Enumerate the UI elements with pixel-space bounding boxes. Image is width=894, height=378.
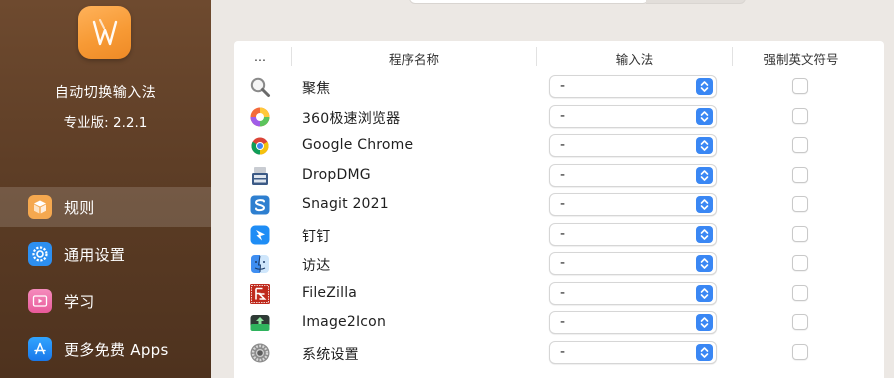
force-english-checkbox[interactable] — [792, 196, 808, 212]
chrome-icon — [249, 135, 271, 157]
main-panel: ... 程序名称 输入法 强制英文符号 聚焦 - 360极速浏览器 - Goog… — [211, 0, 894, 378]
force-english-checkbox[interactable] — [792, 166, 808, 183]
chevron-updown-icon — [696, 137, 713, 154]
app-store-icon — [28, 337, 52, 361]
chevron-updown-icon — [696, 314, 713, 331]
input-method-select[interactable]: - — [549, 340, 717, 364]
chevron-updown-icon — [696, 225, 713, 243]
chevron-updown-icon — [696, 343, 713, 361]
chevron-updown-icon — [696, 284, 713, 302]
segmented-control-right[interactable] — [646, 0, 746, 4]
table-row[interactable]: Image2Icon - — [234, 308, 884, 338]
filezilla-icon — [249, 283, 271, 305]
input-method-value: - — [560, 107, 566, 124]
finder-icon — [249, 253, 271, 275]
column-header-more[interactable]: ... — [250, 49, 270, 64]
input-method-select[interactable]: - — [549, 252, 717, 275]
app-name: 钉钉 — [302, 228, 331, 245]
table-row[interactable]: FileZilla - — [234, 279, 884, 309]
sidebar: 自动切换输入法 专业版: 2.2.1 规则 通用设置 学习 更多免费 Apps — [0, 0, 211, 378]
app-name: Image2Icon — [302, 314, 387, 330]
chevron-updown-icon — [696, 78, 713, 95]
chevron-updown-icon — [696, 107, 713, 125]
app-name: 聚焦 — [302, 81, 331, 97]
segmented-control[interactable] — [409, 0, 746, 4]
column-header-input-method[interactable]: 输入法 — [537, 49, 732, 68]
dingtalk-icon — [249, 224, 271, 246]
sidebar-item-label: 更多免费 Apps — [64, 340, 169, 359]
sidebar-item-label: 通用设置 — [64, 245, 126, 264]
input-method-value: - — [560, 284, 566, 301]
app-logo-icon — [78, 6, 131, 59]
input-method-value: - — [560, 166, 566, 183]
force-english-checkbox[interactable] — [792, 78, 808, 94]
input-method-select[interactable]: - — [549, 75, 717, 98]
app-name: 360极速浏览器 — [302, 110, 401, 127]
column-header-force-english[interactable]: 强制英文符号 — [733, 49, 869, 68]
cube-icon — [28, 195, 52, 219]
input-method-select[interactable]: - — [549, 281, 717, 305]
spotlight-search-icon — [249, 76, 271, 98]
column-header-app-name[interactable]: 程序名称 — [292, 49, 536, 68]
input-method-select[interactable]: - — [549, 222, 717, 246]
force-english-checkbox[interactable] — [792, 284, 808, 301]
table-row[interactable]: 钉钉 - — [234, 220, 884, 250]
sidebar-item-learn[interactable]: 学习 — [0, 281, 211, 321]
force-english-checkbox[interactable] — [792, 107, 808, 124]
sidebar-item-label: 学习 — [64, 292, 95, 311]
input-method-value: - — [560, 196, 566, 212]
force-english-checkbox[interactable] — [792, 343, 808, 360]
table-row[interactable]: 系统设置 - — [234, 338, 884, 368]
system-settings-icon — [249, 342, 271, 364]
force-english-checkbox[interactable] — [792, 137, 808, 153]
sidebar-item-rules[interactable]: 规则 — [0, 187, 211, 227]
gear-icon — [28, 242, 52, 266]
input-method-value: - — [560, 255, 566, 271]
table-row[interactable]: Snagit 2021 - — [234, 190, 884, 220]
app-name: DropDMG — [302, 166, 371, 183]
input-method-value: - — [560, 78, 566, 94]
table-header: ... 程序名称 输入法 强制英文符号 — [234, 41, 884, 71]
input-method-value: - — [560, 225, 566, 242]
sidebar-item-more-apps[interactable]: 更多免费 Apps — [0, 329, 211, 369]
chevron-updown-icon — [696, 196, 713, 213]
input-method-select[interactable]: - — [549, 163, 717, 187]
360-browser-icon — [249, 106, 271, 128]
table-row[interactable]: 360极速浏览器 - — [234, 102, 884, 132]
app-name: Google Chrome — [302, 137, 414, 153]
input-method-select[interactable]: - — [549, 311, 717, 334]
app-name: FileZilla — [302, 284, 358, 301]
input-method-value: - — [560, 137, 566, 153]
app-name: 系统设置 — [302, 346, 359, 363]
input-method-select[interactable]: - — [549, 193, 717, 216]
input-method-value: - — [560, 343, 566, 360]
app-name: Snagit 2021 — [302, 196, 389, 212]
snagit-icon — [249, 194, 271, 216]
force-english-checkbox[interactable] — [792, 225, 808, 242]
force-english-checkbox[interactable] — [792, 314, 808, 330]
table-row[interactable]: 聚焦 - — [234, 72, 884, 102]
sidebar-item-label: 规则 — [64, 198, 95, 217]
table-row[interactable]: 访达 - — [234, 249, 884, 279]
input-method-value: - — [560, 314, 566, 330]
chevron-updown-icon — [696, 166, 713, 184]
image2icon-icon — [249, 312, 271, 334]
app-version: 专业版: 2.2.1 — [63, 115, 148, 131]
sidebar-item-general-settings[interactable]: 通用设置 — [0, 234, 211, 274]
rules-table: ... 程序名称 输入法 强制英文符号 聚焦 - 360极速浏览器 - Goog… — [234, 41, 884, 378]
app-name: 访达 — [302, 258, 331, 274]
app-name: 自动切换输入法 — [54, 85, 157, 101]
input-method-select[interactable]: - — [549, 104, 717, 128]
video-play-icon — [28, 289, 52, 313]
table-row[interactable]: Google Chrome - — [234, 131, 884, 161]
force-english-checkbox[interactable] — [792, 255, 808, 271]
input-method-select[interactable]: - — [549, 134, 717, 157]
dropdmg-icon — [249, 165, 271, 187]
table-row[interactable]: DropDMG - — [234, 161, 884, 191]
chevron-updown-icon — [696, 255, 713, 272]
